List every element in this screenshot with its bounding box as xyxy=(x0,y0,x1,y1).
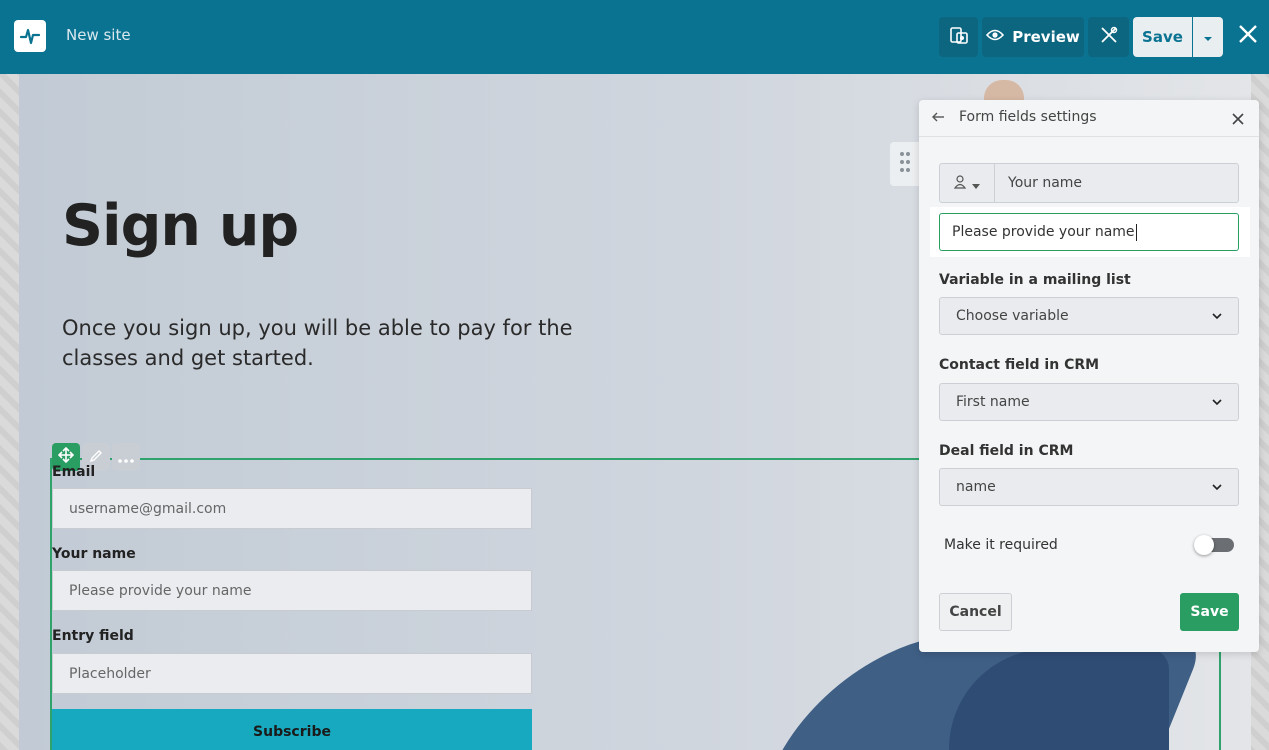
page-description[interactable]: Once you sign up, you will be able to pa… xyxy=(62,313,582,373)
your-name-label: Your name xyxy=(52,546,136,562)
required-toggle[interactable] xyxy=(1194,535,1234,555)
your-name-field[interactable]: Please provide your name xyxy=(52,570,532,611)
close-icon xyxy=(1238,24,1258,48)
email-field[interactable]: username@gmail.com xyxy=(52,488,532,529)
crm-deal-value: name xyxy=(956,479,996,495)
mailing-variable-value: Choose variable xyxy=(956,308,1069,324)
design-tools-button[interactable] xyxy=(1088,17,1129,57)
eye-icon xyxy=(986,28,1005,46)
page-title[interactable]: Sign up xyxy=(62,193,299,259)
placeholder-highlight: Please provide your name xyxy=(930,207,1250,257)
crm-contact-select[interactable]: First name xyxy=(939,383,1239,421)
subscribe-button[interactable]: Subscribe xyxy=(52,709,532,750)
crm-contact-value: First name xyxy=(956,394,1030,410)
crm-contact-label: Contact field in CRM xyxy=(939,357,1100,373)
field-name-input[interactable]: Your name xyxy=(939,163,1239,203)
ellipsis-icon xyxy=(118,448,134,467)
crm-deal-select[interactable]: name xyxy=(939,468,1239,506)
cancel-button[interactable]: Cancel xyxy=(939,593,1012,631)
logo-icon[interactable] xyxy=(14,20,46,52)
preview-button[interactable]: Preview xyxy=(982,17,1084,57)
close-editor-button[interactable] xyxy=(1234,22,1262,50)
chevron-down-icon xyxy=(1212,394,1222,410)
entry-field-label: Entry field xyxy=(52,628,134,644)
field-icon-picker[interactable] xyxy=(940,164,995,202)
preview-label: Preview xyxy=(1012,28,1080,46)
form-fields-settings-panel: Form fields settings Your name Please pr… xyxy=(919,100,1259,652)
back-arrow-icon[interactable] xyxy=(931,109,945,128)
mailing-variable-label: Variable in a mailing list xyxy=(939,272,1131,288)
placeholder-input-value: Please provide your name xyxy=(952,224,1135,240)
drag-dots-icon xyxy=(899,151,911,177)
page-settings-button[interactable] xyxy=(939,17,978,57)
tools-icon xyxy=(1099,25,1119,49)
caret-down-icon xyxy=(1203,28,1213,46)
required-label: Make it required xyxy=(944,537,1058,553)
site-name[interactable]: New site xyxy=(66,26,131,44)
placeholder-input[interactable]: Please provide your name xyxy=(939,213,1239,251)
text-cursor xyxy=(1135,223,1137,241)
top-bar: New site Preview Save xyxy=(0,0,1269,74)
email-label: Email xyxy=(52,464,96,480)
panel-title: Form fields settings xyxy=(959,109,1097,125)
save-options-dropdown[interactable] xyxy=(1193,17,1223,57)
panel-save-button[interactable]: Save xyxy=(1180,593,1239,631)
block-drag-handle[interactable] xyxy=(890,142,920,186)
user-icon xyxy=(953,174,967,193)
entry-field[interactable]: Placeholder xyxy=(52,653,532,694)
page-settings-icon xyxy=(948,24,970,50)
panel-header: Form fields settings xyxy=(919,100,1259,137)
crm-deal-label: Deal field in CRM xyxy=(939,443,1074,459)
field-name-value: Your name xyxy=(1008,175,1083,191)
save-button[interactable]: Save xyxy=(1133,17,1192,57)
chevron-down-icon xyxy=(1212,479,1222,495)
toggle-knob xyxy=(1194,535,1214,555)
mailing-variable-select[interactable]: Choose variable xyxy=(939,297,1239,335)
caret-down-icon xyxy=(972,174,980,193)
more-options-button[interactable] xyxy=(112,443,140,471)
chevron-down-icon xyxy=(1212,308,1222,324)
close-panel-icon[interactable] xyxy=(1231,111,1245,130)
